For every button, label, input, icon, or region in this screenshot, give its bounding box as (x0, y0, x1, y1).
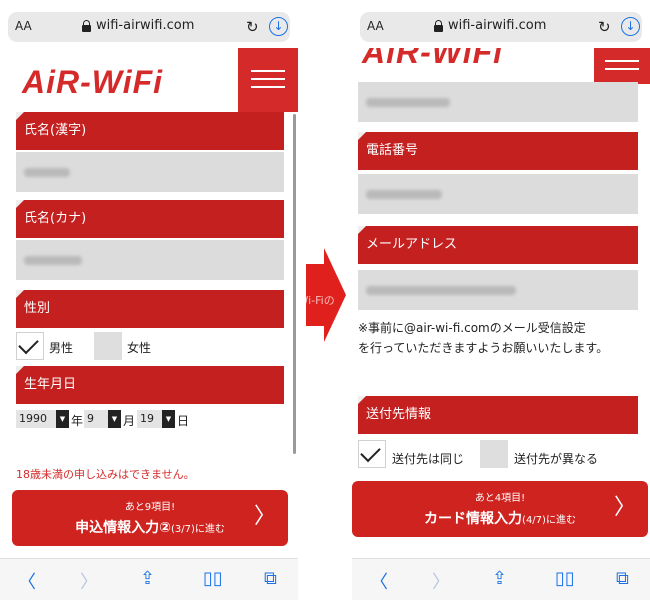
caret-down-icon: ▼ (56, 410, 69, 428)
same-address-checkbox[interactable] (358, 440, 386, 468)
reload-icon[interactable]: ↻ (598, 18, 611, 36)
download-icon[interactable]: ↓ (269, 17, 288, 36)
book-icon[interactable]: ▯▯ (203, 568, 223, 589)
email-settings-note: ※事前に@air-wi-fi.comのメール受信設定 を行っていただきますようお… (358, 321, 609, 355)
caret-down-icon: ▼ (108, 410, 121, 428)
month-unit: 月 (123, 414, 136, 428)
different-address-checkbox[interactable] (480, 440, 508, 468)
book-icon[interactable]: ▯▯ (555, 568, 575, 589)
left-phone-screen: AA wifi-airwifi.com ↻ ↓ AiR-WiFi 氏名(漢字) … (0, 0, 298, 600)
name-kanji-label: 氏名(漢字) (16, 112, 284, 150)
chevron-right-icon[interactable]: 〉 (80, 568, 98, 594)
phone-number-input[interactable] (358, 174, 638, 214)
chevron-left-icon[interactable]: 〈 (18, 568, 36, 594)
next-step-button[interactable]: あと4項目! カード情報入力(4/7)に進む 〉 (352, 481, 648, 537)
url-text[interactable]: wifi-airwifi.com (96, 18, 194, 33)
shipping-info-label: 送付先情報 (358, 396, 638, 434)
same-address-label: 送付先は同じ (392, 452, 465, 466)
different-address-label: 送付先が異なる (514, 452, 599, 466)
caret-down-icon: ▼ (162, 410, 175, 428)
birth-day-select[interactable]: 19 ▼ (137, 410, 175, 428)
reader-aa-button[interactable]: AA (367, 19, 384, 33)
female-label: 女性 (127, 341, 152, 355)
age-warning: 18歳未満の申し込みはできません。 (16, 468, 195, 481)
male-label: 男性 (49, 341, 74, 355)
next-step-label: 申込情報入力②(3/7)に進む (75, 520, 225, 536)
birth-day-value: 19 (140, 412, 154, 425)
site-logo[interactable]: AiR-WiFi (362, 48, 503, 71)
chevron-right-icon[interactable]: 〉 (432, 568, 450, 594)
lock-icon (434, 20, 443, 32)
birth-year-select[interactable]: 1990 ▼ (16, 410, 69, 428)
scrollbar[interactable] (293, 114, 296, 454)
browser-toolbar: 〈 〉 ⇪ ▯▯ ⧉ (0, 558, 298, 600)
address-bar[interactable]: AA wifi-airwifi.com ↻ ↓ (360, 12, 642, 42)
hamburger-icon[interactable] (594, 48, 650, 84)
tabs-icon[interactable]: ⧉ (264, 568, 277, 589)
lock-icon (82, 20, 91, 32)
female-checkbox[interactable] (94, 332, 122, 360)
watermark: © Wi-Fiの (283, 294, 335, 307)
birth-month-value: 9 (87, 412, 94, 425)
address-input[interactable] (358, 82, 638, 122)
reader-aa-button[interactable]: AA (15, 19, 32, 33)
remaining-items-text: あと9項目! (124, 502, 176, 513)
download-icon[interactable]: ↓ (621, 17, 640, 36)
chevron-right-icon: 〉 (613, 495, 636, 520)
hamburger-icon[interactable] (238, 48, 298, 112)
birthdate-label: 生年月日 (16, 366, 284, 404)
name-kana-label: 氏名(カナ) (16, 200, 284, 238)
remaining-items-text: あと4項目! (474, 493, 526, 504)
male-checkbox[interactable] (16, 332, 44, 360)
next-step-button[interactable]: あと9項目! 申込情報入力②(3/7)に進む 〉 (12, 490, 288, 546)
email-label: メールアドレス (358, 226, 638, 264)
share-icon[interactable]: ⇪ (492, 568, 507, 589)
chevron-right-icon: 〉 (253, 504, 276, 529)
site-logo[interactable]: AiR-WiFi (22, 64, 163, 101)
gender-label: 性別 (16, 290, 284, 328)
tabs-icon[interactable]: ⧉ (616, 568, 629, 589)
day-unit: 日 (177, 414, 190, 428)
url-text[interactable]: wifi-airwifi.com (448, 18, 546, 33)
right-phone-screen: AA wifi-airwifi.com ↻ ↓ AiR-WiFi 電話番号 メー… (352, 0, 650, 600)
share-icon[interactable]: ⇪ (140, 568, 155, 589)
address-bar[interactable]: AA wifi-airwifi.com ↻ ↓ (8, 12, 290, 42)
name-kanji-input[interactable] (16, 152, 284, 192)
birth-month-select[interactable]: 9 ▼ (84, 410, 121, 428)
email-input[interactable] (358, 270, 638, 310)
chevron-left-icon[interactable]: 〈 (370, 568, 388, 594)
birth-year-value: 1990 (19, 412, 47, 425)
reload-icon[interactable]: ↻ (246, 18, 259, 36)
phone-number-label: 電話番号 (358, 132, 638, 170)
name-kana-input[interactable] (16, 240, 284, 280)
next-step-label: カード情報入力(4/7)に進む (424, 511, 576, 527)
year-unit: 年 (71, 414, 84, 428)
browser-toolbar: 〈 〉 ⇪ ▯▯ ⧉ (352, 558, 650, 600)
